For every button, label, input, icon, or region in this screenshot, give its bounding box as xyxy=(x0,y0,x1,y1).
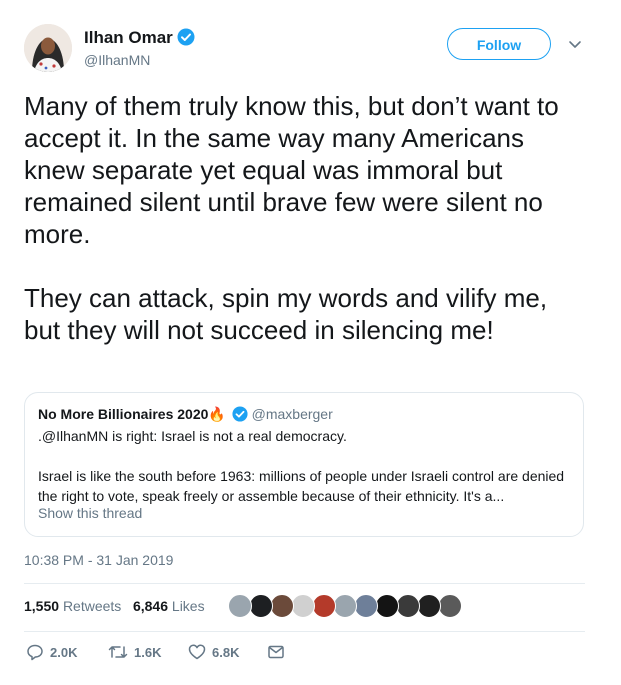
liker-avatar[interactable] xyxy=(270,594,294,618)
like-button[interactable]: 6.8K xyxy=(188,643,239,663)
liker-avatar[interactable] xyxy=(375,594,399,618)
author-name[interactable]: Ilhan Omar xyxy=(84,28,173,47)
heart-icon xyxy=(188,644,206,660)
quoted-author-name: No More Billionaires 2020 xyxy=(38,406,209,422)
reply-icon xyxy=(27,644,43,661)
author-name-row[interactable]: Ilhan Omar xyxy=(84,28,195,51)
reply-count: 2.0K xyxy=(50,645,78,660)
reply-button[interactable]: 2.0K xyxy=(26,643,77,663)
liker-avatar[interactable] xyxy=(291,594,315,618)
retweets-count: 1,550 xyxy=(24,598,60,614)
tweet-header: Ilhan Omar @IlhanMN Follow xyxy=(24,18,604,78)
retweets-stat[interactable]: 1,550 Retweets xyxy=(24,598,121,614)
likes-label: Likes xyxy=(171,598,205,614)
engagement-stats: 1,550 Retweets 6,846 Likes xyxy=(24,596,205,616)
quoted-author-handle: @maxberger xyxy=(251,406,333,422)
likes-count: 6,846 xyxy=(132,598,169,614)
liker-avatar[interactable] xyxy=(312,594,336,618)
retweets-label: Retweets xyxy=(62,598,122,614)
tweet-timestamp[interactable]: 10:38 PM - 31 Jan 2019 xyxy=(24,552,173,568)
quoted-tweet-header: No More Billionaires 2020🔥 @maxberger xyxy=(38,406,333,425)
likes-stat[interactable]: 6,846 Likes xyxy=(133,598,205,614)
verified-badge-icon xyxy=(177,28,195,51)
quoted-tweet-text: .@IlhanMN is right: Israel is not a real… xyxy=(38,428,565,504)
author-avatar[interactable] xyxy=(24,24,72,72)
retweet-count: 1.6K xyxy=(134,645,162,660)
chevron-down-icon[interactable] xyxy=(567,36,583,52)
liker-avatar[interactable] xyxy=(354,594,378,618)
fire-emoji: 🔥 xyxy=(208,406,226,422)
liker-avatar[interactable] xyxy=(228,594,252,618)
show-thread-link[interactable]: Show this thread xyxy=(38,505,142,521)
quoted-tweet[interactable]: No More Billionaires 2020🔥 @maxberger .@… xyxy=(24,392,584,537)
direct-message-button[interactable] xyxy=(267,643,291,663)
follow-button[interactable]: Follow xyxy=(447,28,551,60)
envelope-icon xyxy=(268,645,284,659)
verified-badge-icon xyxy=(232,406,248,425)
tweet-text: Many of them truly know this, but don’t … xyxy=(24,91,559,345)
author-handle[interactable]: @IlhanMN xyxy=(84,52,150,68)
divider xyxy=(24,583,585,584)
liker-avatar[interactable] xyxy=(249,594,273,618)
retweet-button[interactable]: 1.6K xyxy=(108,643,161,663)
liker-avatar[interactable] xyxy=(396,594,420,618)
divider xyxy=(24,631,585,632)
liker-avatar[interactable] xyxy=(417,594,441,618)
like-count: 6.8K xyxy=(212,645,240,660)
liker-avatar[interactable] xyxy=(333,594,357,618)
liker-avatar[interactable] xyxy=(438,594,462,618)
retweet-icon xyxy=(108,646,128,658)
